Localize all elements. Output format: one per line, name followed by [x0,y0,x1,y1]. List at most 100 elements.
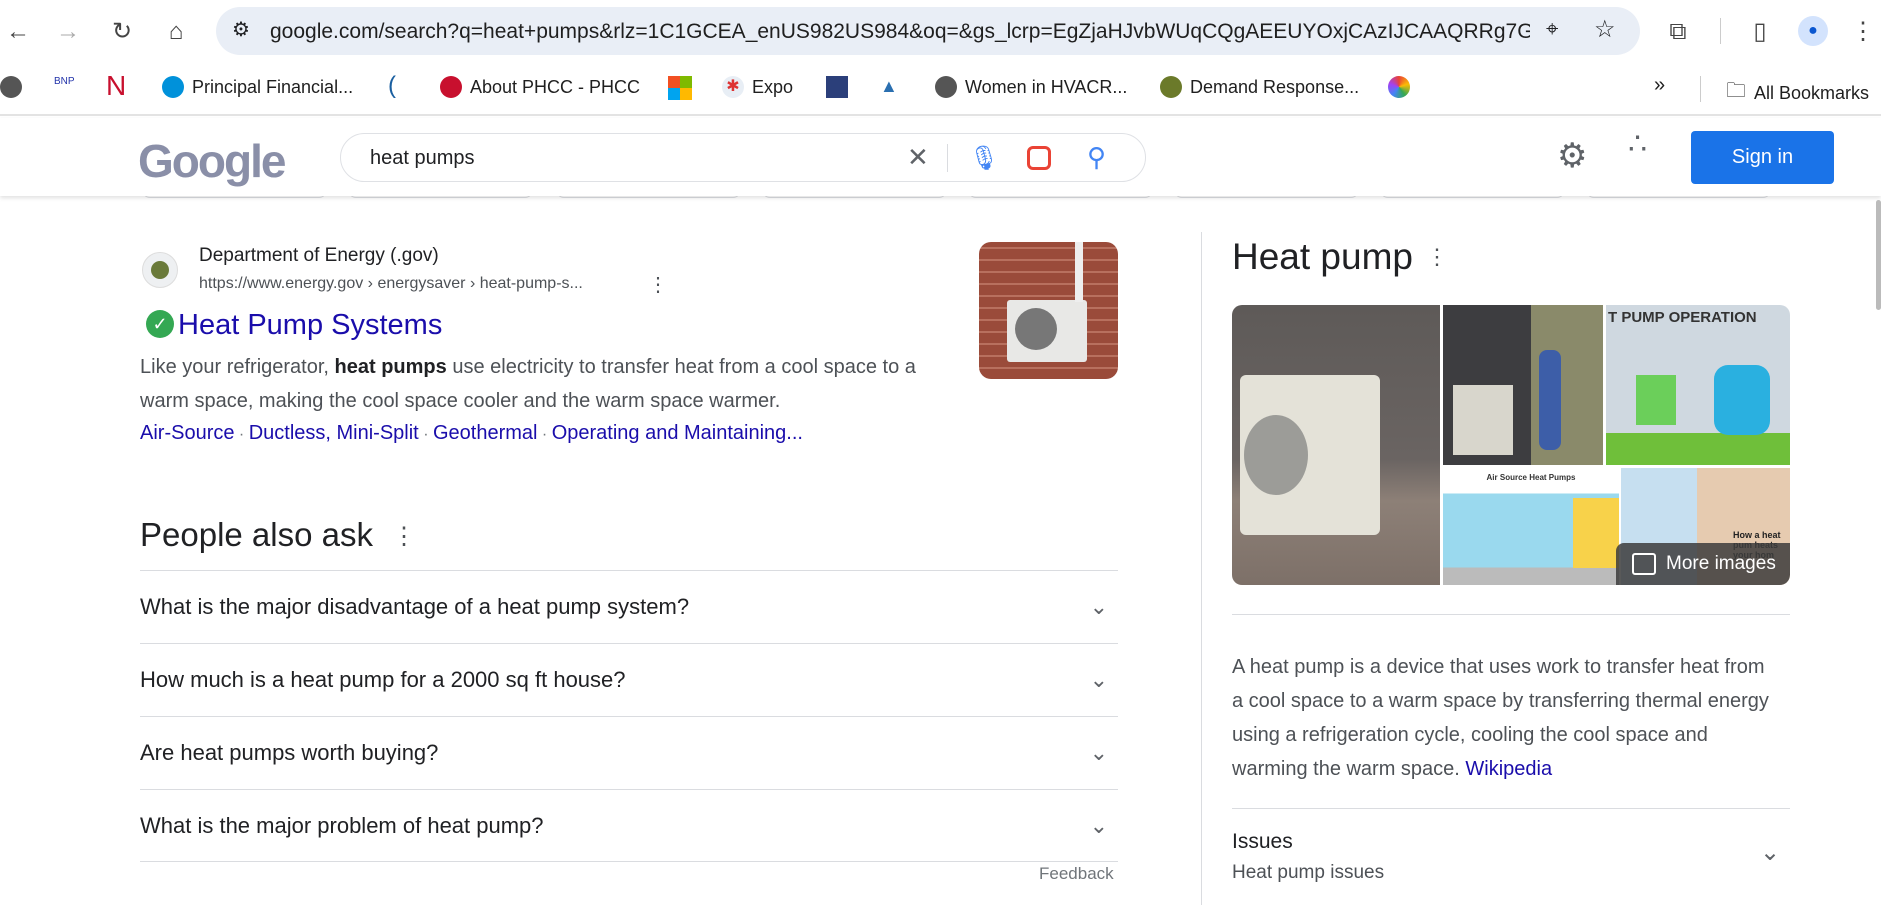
sitelink[interactable]: Geothermal [433,422,538,444]
google-doodle-logo[interactable]: Google [138,134,286,188]
divider [1720,18,1721,44]
settings-gear-icon[interactable]: ⚙ [1557,136,1587,176]
panel-divider [1201,232,1202,905]
chevron-down-icon: ⌄ [1089,812,1108,838]
profile-avatar-icon[interactable]: ● [1798,16,1828,46]
feedback-link[interactable]: Feedback [1039,864,1114,884]
pipe-shape [1075,242,1083,302]
bookmark-triangle[interactable]: ▲ [880,76,898,97]
gallery-image[interactable] [1232,305,1440,585]
globe-icon [935,76,957,98]
divider [1700,76,1701,102]
back-icon[interactable]: ← [0,14,36,50]
bookmark-n[interactable]: N [106,70,126,102]
lens-icon[interactable] [1027,146,1051,170]
folder-icon: 🗀 [1726,80,1746,102]
apps-grid-icon[interactable]: ∴ [1628,130,1647,160]
swoosh-icon: ( [388,72,396,99]
doe-icon [1160,76,1182,98]
paa-question[interactable]: Are heat pumps worth buying? ⌄ [140,716,1118,789]
reload-icon[interactable]: ↻ [104,14,140,50]
divider [1232,614,1790,615]
bookmark-demand-response[interactable]: Demand Response... [1160,76,1359,98]
knowledge-title: Heat pump [1232,236,1413,277]
bookmark-phcc[interactable]: About PHCC - PHCC [440,76,640,98]
globe-icon [0,76,22,98]
women-icon [826,76,848,98]
bookmarks-overflow-button[interactable]: » [1654,74,1665,97]
doe-seal-icon [151,261,169,279]
triangle-icon: ▲ [880,76,898,96]
more-images-button[interactable]: More images [1616,543,1790,585]
sitelink[interactable]: Operating and Maintaining... [552,422,803,444]
bookmark-hexagon[interactable] [1388,76,1410,98]
paa-question[interactable]: How much is a heat pump for a 2000 sq ft… [140,643,1118,716]
bookmark-expo[interactable]: ✱ Expo [722,76,793,98]
paa-heading: People also ask [140,516,373,553]
menu-kebab-icon[interactable]: ⋮ [1845,14,1881,50]
chevron-down-icon: ⌄ [1089,667,1108,692]
gallery-image[interactable]: T PUMP OPERATION [1606,305,1790,465]
issues-title: Issues [1232,830,1293,853]
ac-unit-shape [1453,385,1513,455]
forward-icon[interactable]: → [50,14,86,50]
knowledge-options-icon[interactable]: ⋮ [1426,244,1448,270]
sitelink[interactable]: Air-Source [140,422,234,444]
bookmark-women-hvacr[interactable]: Women in HVACR... [935,76,1127,98]
search-input[interactable]: heat pumps [370,147,475,170]
location-icon[interactable]: ⌖ [1546,16,1558,42]
paa-options-icon[interactable]: ⋮ [392,522,416,551]
browser-toolbar: ← → ↻ ⌂ ⚙ google.com/search?q=heat+pumps… [0,0,1881,64]
paa-question[interactable]: What is the major problem of heat pump? ⌄ [140,789,1118,862]
bookmark-bnp[interactable]: BNP [54,76,75,87]
bookmark-globe[interactable] [0,76,22,98]
sitelink[interactable]: Ductless, Mini-Split [249,422,419,444]
issues-section[interactable]: Issues Heat pump issues ⌄ [1232,830,1790,890]
fan-shape [1015,308,1057,350]
knowledge-description: A heat pump is a device that uses work t… [1232,656,1769,780]
bookmark-microsoft[interactable] [668,76,692,100]
star-icon[interactable]: ☆ [1594,15,1616,44]
clear-icon[interactable]: ✕ [907,142,929,173]
search-box[interactable]: heat pumps ✕ 🎙 ⚲ [340,133,1146,182]
google-header: Google heat pumps ✕ 🎙 ⚲ ⚙ ∴ Sign in [0,118,1881,196]
sign-in-button[interactable]: Sign in [1691,131,1834,184]
image-gallery: T PUMP OPERATION Air Source Heat Pumps H… [1232,305,1790,585]
scrollbar-thumb[interactable] [1876,200,1881,310]
paa-question[interactable]: What is the major disadvantage of a heat… [140,570,1118,643]
bnp-icon: BNP [54,76,75,87]
bookmark-principal[interactable]: Principal Financial... [162,76,353,98]
wikipedia-link[interactable]: Wikipedia [1465,758,1552,780]
site-settings-icon[interactable]: ⚙ [232,17,250,42]
gallery-image[interactable]: Air Source Heat Pumps [1443,468,1619,585]
result-title-link[interactable]: Heat Pump Systems [178,309,442,342]
n-logo-icon: N [106,70,127,101]
phcc-icon [440,76,462,98]
result-url[interactable]: https://www.energy.gov › energysaver › h… [199,275,583,293]
result-thumbnail-image[interactable] [979,242,1118,379]
source-favicon[interactable] [142,252,178,288]
diagram-shape [1573,498,1619,568]
result-source-name[interactable]: Department of Energy (.gov) [199,245,439,267]
image-icon [1632,553,1656,575]
search-icon[interactable]: ⚲ [1087,142,1106,173]
bookmark-women[interactable] [826,76,848,98]
chevron-down-icon: ⌄ [1089,594,1108,619]
bookmark-swoosh[interactable]: ( [388,72,396,100]
url-text: google.com/search?q=heat+pumps&rlz=1C1GC… [270,20,1530,43]
bookmarks-bar: BNP N Principal Financial... ( About PHC… [0,64,1881,116]
extensions-icon[interactable]: ⧉ [1660,14,1696,50]
home-icon[interactable]: ⌂ [158,14,194,50]
all-bookmarks-button[interactable]: 🗀 All Bookmarks [1726,76,1869,110]
chevron-down-icon: ⌄ [1760,839,1781,866]
divider [1232,808,1790,809]
side-panel-icon[interactable]: ▯ [1742,14,1778,50]
microsoft-icon [668,76,692,100]
address-bar[interactable]: ⚙ google.com/search?q=heat+pumps&rlz=1C1… [216,7,1640,55]
gallery-image[interactable] [1443,305,1603,465]
result-options-icon[interactable]: ⋮ [648,272,668,297]
divider [947,144,948,172]
person-shape [1539,350,1561,450]
microphone-icon[interactable]: 🎙 [969,144,999,173]
principal-icon [162,76,184,98]
